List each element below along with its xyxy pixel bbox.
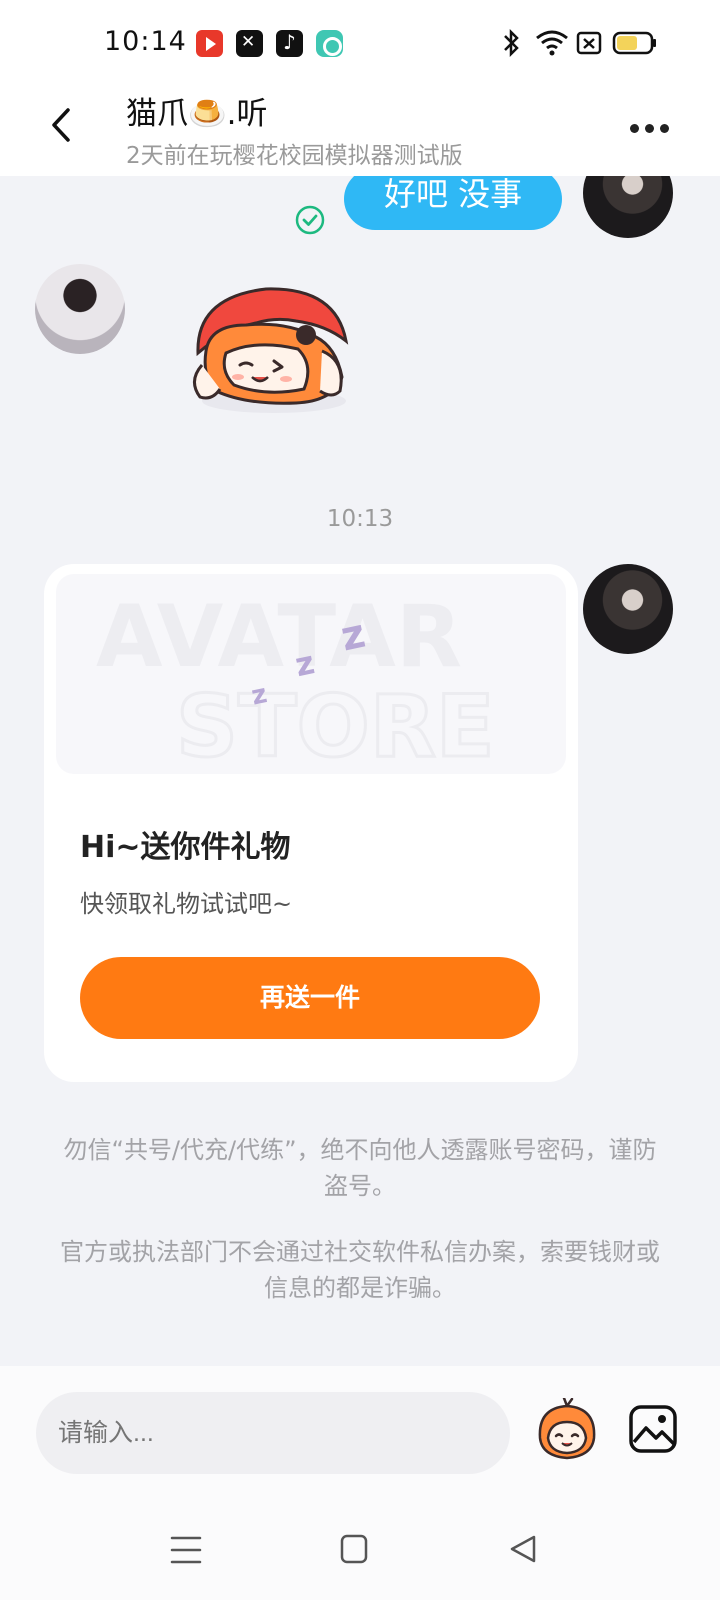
chat-app-icon [316, 30, 343, 57]
watermark-line1: AVATAR [96, 587, 462, 687]
tiktok-icon [276, 30, 303, 57]
sim-icon [576, 31, 602, 55]
avatar-store-watermark: AVATAR STORE z z z [96, 587, 496, 774]
message-input[interactable] [36, 1392, 510, 1474]
message-bubble[interactable]: 好吧 没事 [344, 176, 563, 230]
back-button[interactable] [40, 100, 84, 150]
message-list[interactable]: 好吧 没事 10:13 AVATAR STORE z z z Hi~送你件礼物 … [0, 176, 720, 1366]
status-time: 10:14 [104, 26, 187, 57]
image-picker-button[interactable] [628, 1404, 678, 1454]
wifi-icon [536, 30, 568, 56]
send-another-gift-button[interactable]: 再送一件 [80, 957, 540, 1039]
recents-menu-icon[interactable] [166, 1532, 206, 1568]
security-notice: 勿信“共号/代充/代练”，绝不向他人透露账号密码，谨防盗号。 [63, 1136, 657, 1200]
gift-title: Hi~送你件礼物 [80, 830, 291, 865]
gift-subtitle: 快领取礼物试试吧~ [80, 890, 293, 918]
gift-card[interactable]: AVATAR STORE z z z Hi~送你件礼物 快领取礼物试试吧~ 再送… [44, 564, 578, 1082]
system-navigation-bar [0, 1500, 720, 1600]
youtube-icon [196, 30, 223, 57]
read-check-icon [295, 205, 325, 235]
self-avatar[interactable] [583, 176, 673, 238]
input-bar [0, 1366, 720, 1500]
peer-avatar[interactable] [35, 264, 125, 354]
back-nav-icon[interactable] [504, 1532, 544, 1568]
watermark-line2: STORE [176, 677, 495, 774]
self-avatar[interactable] [583, 564, 673, 654]
more-options-button[interactable] [630, 118, 680, 134]
chat-header: 猫爪🍮.听 2天前在玩樱花校园模拟器测试版 [0, 80, 720, 176]
message-text: 好吧 没事 [384, 176, 523, 213]
gift-image: AVATAR STORE z z z [56, 574, 566, 774]
contact-name: 猫爪🍮.听 [126, 96, 268, 132]
emoji-sticker-button[interactable] [534, 1398, 600, 1464]
fraud-notice: 官方或执法部门不会通过社交软件私信办案，索要钱财或信息的都是诈骗。 [60, 1238, 660, 1302]
message-timestamp: 10:13 [326, 506, 394, 532]
sleepy-character-sticker[interactable] [186, 281, 356, 421]
home-icon[interactable] [334, 1532, 374, 1568]
bluetooth-icon [504, 28, 519, 58]
battery-icon [612, 31, 656, 55]
contact-status: 2天前在玩樱花校园模拟器测试版 [126, 143, 463, 169]
status-bar: 10:14 [0, 0, 720, 80]
capcut-icon [236, 30, 263, 57]
